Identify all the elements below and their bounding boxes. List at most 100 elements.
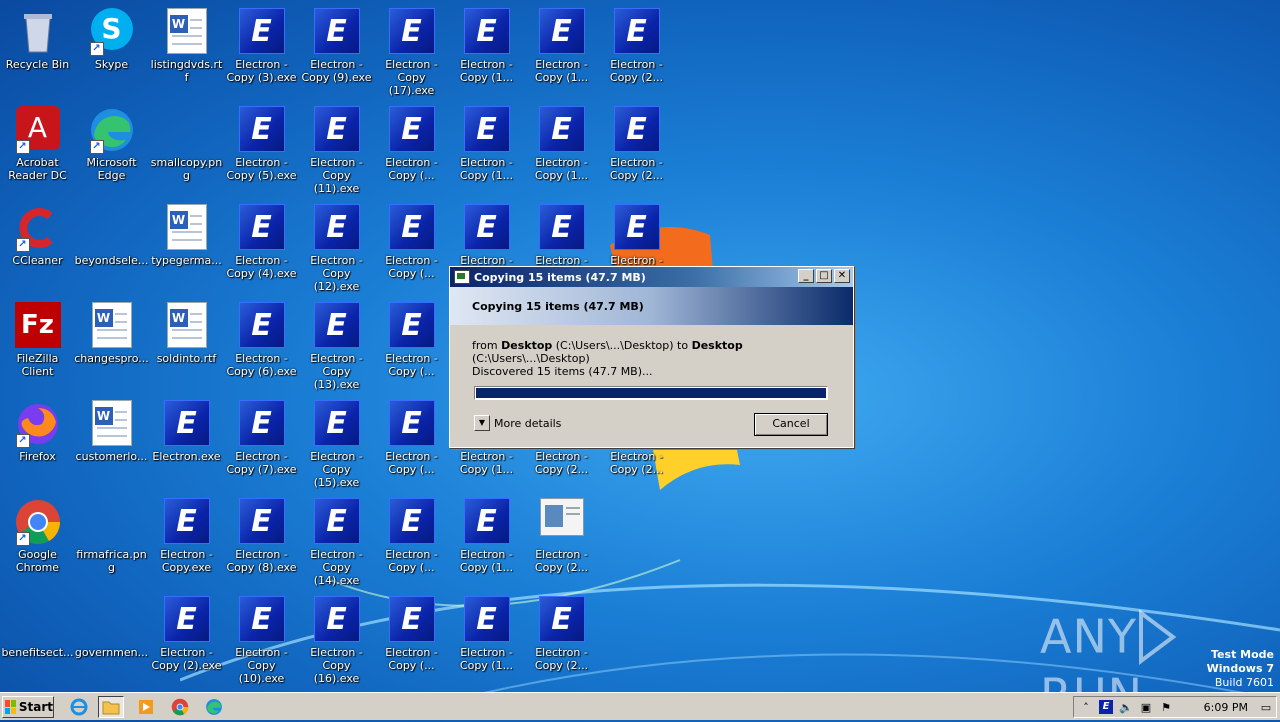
desktop-icon-customerlo[interactable]: W customerlo... <box>74 396 149 463</box>
desktop-icon-ccleaner[interactable]: ↗ CCleaner <box>0 200 75 267</box>
electron-exe-icon: E <box>238 106 286 154</box>
play-icon <box>1138 608 1177 665</box>
desktop-icon-electron-col4-5[interactable]: E Electron - Copy (8).exe <box>224 494 299 574</box>
desktop-icon-electron-col8-4[interactable]: Electron - Copy (2... <box>524 494 599 574</box>
desktop-icon-electron-col5-1[interactable]: E Electron - Copy (11).exe <box>299 102 374 195</box>
taskbar-clock[interactable]: 6:09 PM <box>1204 701 1248 714</box>
desktop-icon-chrome[interactable]: ↗ Google Chrome <box>0 494 75 574</box>
dialog-titlebar[interactable]: Copying 15 items (47.7 MB) _ □ ✕ <box>450 267 853 287</box>
electron-exe-icon: E <box>313 8 361 56</box>
desktop-icon-filezilla[interactable]: Fz FileZilla Client <box>0 298 75 378</box>
taskbar-media-player[interactable] <box>133 696 159 718</box>
minimize-button[interactable]: _ <box>798 269 814 283</box>
desktop-icon-benefitsect[interactable]: benefitsect... <box>0 592 75 659</box>
desktop-icon-electron-col9-1[interactable]: E Electron - Copy (2... <box>599 102 674 182</box>
desktop-icon-beyondsele[interactable]: beyondsele... <box>74 200 149 267</box>
desktop-icon-electron-col6-5[interactable]: E Electron - Copy (... <box>374 494 449 574</box>
shortcut-arrow-icon: ↗ <box>15 532 30 546</box>
electron-exe-icon: E <box>613 8 661 56</box>
desktop-icon-listingdvds[interactable]: W listingdvds.rtf <box>149 4 224 84</box>
desktop-icon-firefox[interactable]: ↗ Firefox <box>0 396 75 463</box>
desktop-icon-electron-col5-4[interactable]: E Electron - Copy (15).exe <box>299 396 374 489</box>
desktop-icon-edge[interactable]: ↗ Microsoft Edge <box>74 102 149 182</box>
electron-exe-icon: E <box>613 204 661 252</box>
chrome-icon <box>171 698 189 716</box>
skype-icon: S ↗ <box>88 8 136 56</box>
taskbar-ie[interactable] <box>66 696 92 718</box>
show-hidden-icons-chevron-icon[interactable]: ˄ <box>1078 699 1094 715</box>
taskbar-edge[interactable] <box>201 696 227 718</box>
desktop-icon-recycle-bin[interactable]: Recycle Bin <box>0 4 75 71</box>
network-icon[interactable]: ▣ <box>1138 699 1154 715</box>
desktop-icon-electron-col6-4[interactable]: E Electron - Copy (... <box>374 396 449 476</box>
desktop-icon-electron-col5-6[interactable]: E Electron - Copy (16).exe <box>299 592 374 685</box>
system-tray: ˄ E 🔈 ▣ ⚑ 6:09 PM ▭ <box>1073 696 1277 718</box>
desktop-icon-governmen[interactable]: governmen... <box>74 592 149 659</box>
desktop-icon-electron-col9-0[interactable]: E Electron - Copy (2... <box>599 4 674 84</box>
electron-exe-icon: E <box>313 596 361 644</box>
show-desktop-icon[interactable]: ▭ <box>1258 699 1274 715</box>
desktop-icon-electron-col7-0[interactable]: E Electron - Copy (1... <box>449 4 524 84</box>
desktop-icon-electron-copy-2[interactable]: E Electron - Copy (2).exe <box>149 592 224 672</box>
windows-logo-icon <box>5 700 16 714</box>
desktop-icon-soldinto[interactable]: W soldinto.rtf <box>149 298 224 365</box>
desktop-icon-electron-col6-1[interactable]: E Electron - Copy (... <box>374 102 449 182</box>
desktop-icon-electron-col5-3[interactable]: E Electron - Copy (13).exe <box>299 298 374 391</box>
desktop-icon-electron-col8-5[interactable]: E Electron - Copy (2... <box>524 592 599 672</box>
desktop-icon-electron-copy[interactable]: E Electron - Copy.exe <box>149 494 224 574</box>
desktop-icon-electron-col6-6[interactable]: E Electron - Copy (... <box>374 592 449 672</box>
desktop-icon-electron-col4-0[interactable]: E Electron - Copy (3).exe <box>224 4 299 84</box>
desktop-icon-acrobat[interactable]: A ↗ Acrobat Reader DC <box>0 102 75 182</box>
close-button[interactable]: ✕ <box>834 269 850 283</box>
desktop-icon-electron-col4-3[interactable]: E Electron - Copy (6).exe <box>224 298 299 378</box>
electron-exe-icon: E <box>463 8 511 56</box>
desktop-icon-electron-col5-5[interactable]: E Electron - Copy (14).exe <box>299 494 374 587</box>
maximize-button[interactable]: □ <box>816 269 832 283</box>
taskbar-explorer[interactable] <box>98 696 124 718</box>
desktop-icon-electron-col7-5[interactable]: E Electron - Copy (1... <box>449 592 524 672</box>
electron-exe-icon: E <box>388 8 436 56</box>
image-file-icon <box>538 498 586 546</box>
more-details-toggle[interactable]: ▼ More details <box>474 415 561 431</box>
electron-exe-icon: E <box>538 204 586 252</box>
cancel-button[interactable]: Cancel <box>754 413 828 436</box>
desktop-icon-electron-col7-1[interactable]: E Electron - Copy (1... <box>449 102 524 182</box>
desktop-icon-electron[interactable]: E Electron.exe <box>149 396 224 463</box>
electron-exe-icon: E <box>538 596 586 644</box>
copy-progress-dialog: Copying 15 items (47.7 MB) _ □ ✕ Copying… <box>449 266 854 448</box>
word-doc-icon: W <box>88 302 136 350</box>
desktop-icon-skype[interactable]: S ↗ Skype <box>74 4 149 71</box>
desktop-icon-electron-col4-6[interactable]: E Electron - Copy (10).exe <box>224 592 299 685</box>
desktop-icon-electron-col8-1[interactable]: E Electron - Copy (1... <box>524 102 599 182</box>
desktop-icon-electron-col5-2[interactable]: E Electron - Copy (12).exe <box>299 200 374 293</box>
desktop-icon-electron-col6-3[interactable]: E Electron - Copy (... <box>374 298 449 378</box>
desktop-icon-changespro[interactable]: W changespro... <box>74 298 149 365</box>
taskbar-chrome[interactable] <box>167 696 193 718</box>
desktop-icon-electron-col8-0[interactable]: E Electron - Copy (1... <box>524 4 599 84</box>
word-doc-icon: W <box>163 8 211 56</box>
electron-exe-icon: E <box>613 106 661 154</box>
start-button[interactable]: Start <box>2 696 54 718</box>
desktop-icon-electron-col6-2[interactable]: E Electron - Copy (... <box>374 200 449 280</box>
desktop-icon-electron-col4-2[interactable]: E Electron - Copy (4).exe <box>224 200 299 280</box>
action-center-flag-icon[interactable]: ⚑ <box>1158 699 1174 715</box>
desktop-icon-electron-col4-4[interactable]: E Electron - Copy (7).exe <box>224 396 299 476</box>
word-doc-icon: W <box>163 302 211 350</box>
volume-icon[interactable]: 🔈 <box>1118 699 1134 715</box>
desktop-icon-smallcopy[interactable]: smallcopy.png <box>149 102 224 182</box>
desktop-icon-electron-col5-0[interactable]: E Electron - Copy (9).exe <box>299 4 374 84</box>
chrome-icon: ↗ <box>14 498 62 546</box>
desktop-icon-electron-col7-4[interactable]: E Electron - Copy (1... <box>449 494 524 574</box>
electron-exe-icon: E <box>538 8 586 56</box>
electron-exe-icon: E <box>163 498 211 546</box>
taskbar: Start ˄ E 🔈 ▣ ⚑ 6:09 PM ▭ <box>0 692 1280 720</box>
electron-exe-icon: E <box>463 106 511 154</box>
word-doc-icon: W <box>163 204 211 252</box>
shortcut-arrow-icon: ↗ <box>89 42 104 56</box>
desktop-icon-firmafrica[interactable]: firmafrica.png <box>74 494 149 574</box>
desktop-icon-electron-col4-1[interactable]: E Electron - Copy (5).exe <box>224 102 299 182</box>
electron-tray-icon[interactable]: E <box>1098 699 1114 715</box>
electron-exe-icon: E <box>313 498 361 546</box>
desktop-icon-typegerma[interactable]: W typegerma... <box>149 200 224 267</box>
desktop-icon-electron-col6-0[interactable]: E Electron - Copy (17).exe <box>374 4 449 97</box>
